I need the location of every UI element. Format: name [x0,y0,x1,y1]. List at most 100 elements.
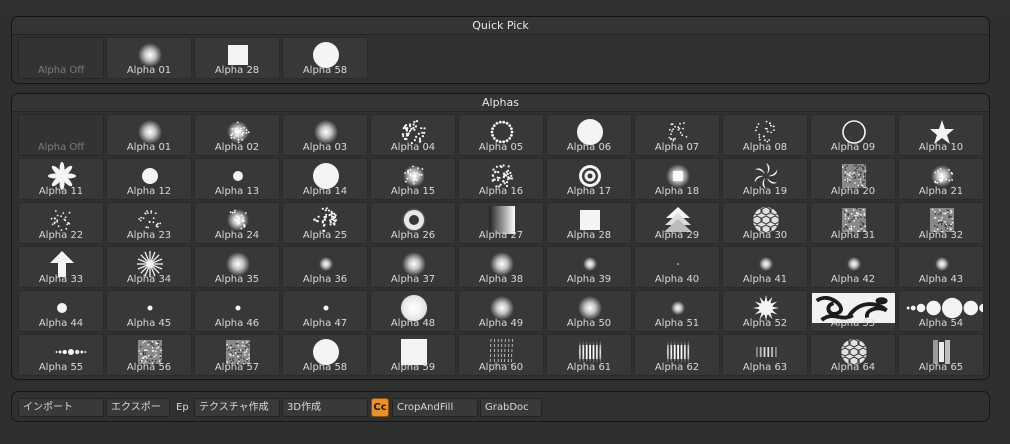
ep-label[interactable]: Ep [176,398,189,417]
alpha-tile[interactable]: Alpha 07 [634,114,720,156]
alpha-label: Alpha 14 [302,186,348,197]
alpha-tile[interactable]: Alpha 31 [810,202,896,244]
alpha-label: Alpha 39 [566,274,612,285]
alpha-tile[interactable]: Alpha 10 [898,114,984,156]
quick-pick-tile[interactable]: Alpha 01 [106,37,192,79]
alpha-tile[interactable]: Alpha 34 [106,246,192,288]
alpha-tile[interactable]: Alpha 04 [370,114,456,156]
alpha-tile[interactable]: Alpha 46 [194,290,280,332]
quick-pick-tile[interactable]: Alpha 58 [282,37,368,79]
alpha-tile[interactable]: Alpha 44 [18,290,104,332]
alpha-tile[interactable]: Alpha 06 [546,114,632,156]
alpha-tile[interactable]: Alpha 33 [18,246,104,288]
alpha-tile[interactable]: Alpha 30 [722,202,808,244]
alpha-label: Alpha 46 [214,318,260,329]
alpha-label: Alpha 49 [478,318,524,329]
alpha-label: Alpha 11 [38,186,84,197]
alpha-label: Alpha 28 [566,230,612,241]
alpha-label: Alpha 32 [918,230,964,241]
alpha-tile[interactable]: Alpha 37 [370,246,456,288]
alpha-tile[interactable]: Alpha 08 [722,114,808,156]
alpha-tile[interactable]: Alpha 12 [106,158,192,200]
alpha-tile[interactable]: Alpha 17 [546,158,632,200]
alpha-tile[interactable]: Alpha 39 [546,246,632,288]
alpha-tile[interactable]: Alpha 25 [282,202,368,244]
alpha-tile[interactable]: Alpha 15 [370,158,456,200]
alpha-tile[interactable]: Alpha 16 [458,158,544,200]
alpha-label: Alpha 12 [126,186,172,197]
alpha-tile[interactable]: Alpha 02 [194,114,280,156]
alpha-tile[interactable]: Alpha 59 [370,334,456,376]
alpha-tile[interactable]: Alpha 60 [458,334,544,376]
alpha-label: Alpha 37 [390,274,436,285]
alpha-tile[interactable]: Alpha 43 [898,246,984,288]
alpha-tile[interactable]: Alpha 65 [898,334,984,376]
alpha-label: Alpha 01 [126,65,172,76]
make-3d-button[interactable]: 3D作成 [282,398,368,417]
alpha-tile[interactable]: Alpha 36 [282,246,368,288]
alpha-label: Alpha 42 [830,274,876,285]
make-texture-button[interactable]: テクスチャ作成 [194,398,280,417]
alpha-tile[interactable]: Alpha 11 [18,158,104,200]
export-button[interactable]: エクスポー [106,398,170,417]
alpha-tile[interactable]: Alpha 13 [194,158,280,200]
alpha-tile[interactable]: Alpha 51 [634,290,720,332]
alpha-tile[interactable]: Alpha 22 [18,202,104,244]
alpha-tile[interactable]: Alpha 49 [458,290,544,332]
crop-and-fill-button[interactable]: CropAndFill [392,398,478,417]
alpha-label: Alpha 41 [742,274,788,285]
alpha-tile[interactable]: Alpha 40 [634,246,720,288]
alpha-tile[interactable]: Alpha 61 [546,334,632,376]
alpha-tile[interactable]: Alpha 57 [194,334,280,376]
alpha-tile[interactable]: Alpha 29 [634,202,720,244]
alpha-label: Alpha 56 [126,362,172,373]
import-button[interactable]: インポート [18,398,104,417]
alpha-tile[interactable]: Alpha 42 [810,246,896,288]
alpha-tile[interactable]: Alpha 52 [722,290,808,332]
alpha-tile[interactable]: Alpha 53 [810,290,896,332]
alpha-tile[interactable]: Alpha 01 [106,114,192,156]
alpha-tile[interactable]: Alpha 58 [282,334,368,376]
quick-pick-tile[interactable]: Alpha 28 [194,37,280,79]
alpha-tile[interactable]: Alpha 41 [722,246,808,288]
alpha-tile[interactable]: Alpha 20 [810,158,896,200]
alpha-tile[interactable]: Alpha Off [18,114,104,156]
alpha-tile[interactable]: Alpha 21 [898,158,984,200]
alpha-label: Alpha 22 [38,230,84,241]
alpha-label: Alpha 58 [302,65,348,76]
alpha-tile[interactable]: Alpha 35 [194,246,280,288]
alpha-tile[interactable]: Alpha 54 [898,290,984,332]
alpha-tile[interactable]: Alpha 38 [458,246,544,288]
quick-pick-tile[interactable]: Alpha Off [18,37,104,79]
alpha-tile[interactable]: Alpha 03 [282,114,368,156]
grabdoc-button[interactable]: GrabDoc [480,398,542,417]
alpha-label: Alpha 03 [302,142,348,153]
alpha-tile[interactable]: Alpha 56 [106,334,192,376]
alpha-tile[interactable]: Alpha 47 [282,290,368,332]
alpha-label: Alpha 48 [390,318,436,329]
alpha-label: Alpha 36 [302,274,348,285]
alpha-tile[interactable]: Alpha 26 [370,202,456,244]
alpha-label: Alpha 43 [918,274,964,285]
alpha-tile[interactable]: Alpha 55 [18,334,104,376]
alpha-tile[interactable]: Alpha 14 [282,158,368,200]
alpha-tile[interactable]: Alpha 24 [194,202,280,244]
alpha-tile[interactable]: Alpha 28 [546,202,632,244]
alpha-tile[interactable]: Alpha 23 [106,202,192,244]
alpha-tile[interactable]: Alpha 45 [106,290,192,332]
cc-toggle-button[interactable]: Cc [371,398,389,417]
alpha-tile[interactable]: Alpha 05 [458,114,544,156]
alpha-tile[interactable]: Alpha 09 [810,114,896,156]
alpha-tile[interactable]: Alpha 63 [722,334,808,376]
alpha-tile[interactable]: Alpha 62 [634,334,720,376]
alpha-tile[interactable]: Alpha 48 [370,290,456,332]
alpha-tile[interactable]: Alpha 19 [722,158,808,200]
alpha-label: Alpha 61 [566,362,612,373]
alpha-label: Alpha 35 [214,274,260,285]
alpha-tile[interactable]: Alpha 32 [898,202,984,244]
alpha-tile[interactable]: Alpha 64 [810,334,896,376]
alpha-tile[interactable]: Alpha 27 [458,202,544,244]
alpha-tile[interactable]: Alpha 50 [546,290,632,332]
alpha-tile[interactable]: Alpha 18 [634,158,720,200]
alpha-label: Alpha 45 [126,318,172,329]
